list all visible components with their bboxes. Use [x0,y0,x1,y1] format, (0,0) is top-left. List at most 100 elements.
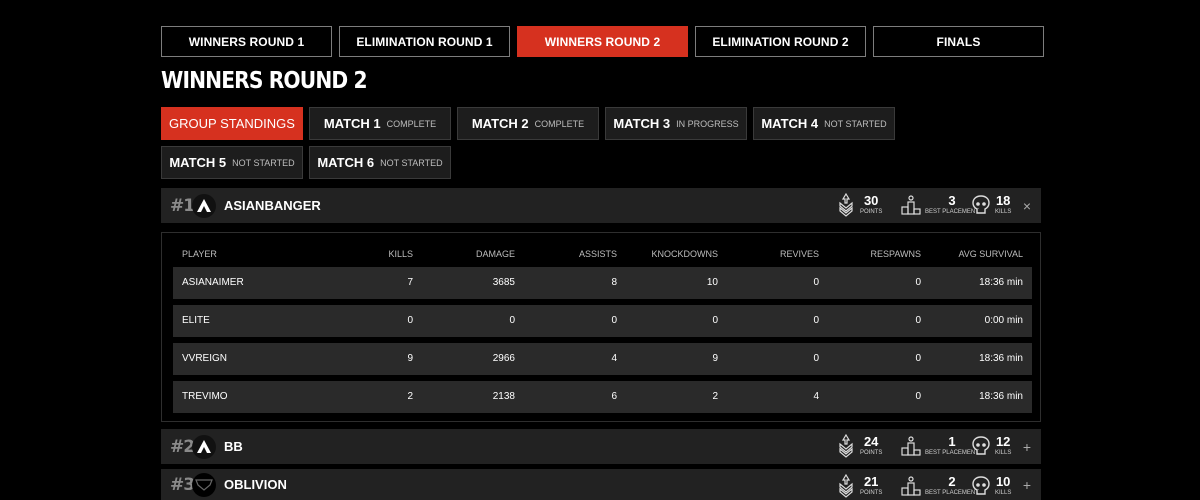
kills-value: 18 [995,193,1011,208]
tab-elimination-round-2[interactable]: ELIMINATION ROUND 2 [695,26,866,57]
player-avg-survival: 18:36 min [979,391,1023,402]
best-placement-value: 2 [948,474,956,489]
player-name: ASIANAIMER [182,277,244,288]
tab-match-3[interactable]: MATCH 3 IN PROGRESS [605,107,747,140]
oblivion-logo-icon [192,472,216,497]
player-row[interactable]: ASIANAIMER 7 3685 8 10 0 0 18:36 min [173,267,1032,299]
tab-label: MATCH 4 [761,116,819,131]
player-row[interactable]: ELITE 0 0 0 0 0 0 0:00 min [173,305,1032,337]
tab-match-1[interactable]: MATCH 1 COMPLETE [309,107,451,140]
team-row[interactable]: #3 OBLIVION 21 POINTS 2 BEST PLACEMENT 10 K… [161,469,1041,500]
player-avg-survival: 0:00 min [984,315,1023,326]
podium-icon [901,195,921,215]
player-knockdowns: 10 [706,277,718,288]
team-name: BB [224,439,243,454]
team-rank: #2 [170,436,195,457]
page-title: WINNERS ROUND 2 [161,68,368,94]
player-revives: 4 [813,391,819,402]
col-player: PLAYER [182,249,217,259]
tab-winners-round-2[interactable]: WINNERS ROUND 2 [517,26,688,57]
expand-icon[interactable]: + [1023,477,1031,493]
player-table-header: PLAYER KILLS DAMAGE ASSISTS KNOCKDOWNS R… [173,249,1032,263]
player-assists: 0 [611,315,617,326]
best-placement-stat: 2 BEST PLACEMENT [901,474,979,498]
col-kills: KILLS [388,249,413,259]
tab-label: MATCH 3 [613,116,671,131]
player-kills: 7 [407,277,413,288]
col-knockdowns: KNOCKDOWNS [651,249,718,259]
player-avg-survival: 18:36 min [979,277,1023,288]
round-tabs: WINNERS ROUND 1 ELIMINATION ROUND 1 WINN… [161,26,1044,57]
best-placement-value: 1 [948,434,956,449]
tab-match-2[interactable]: MATCH 2 COMPLETE [457,107,599,140]
skull-icon [972,476,990,495]
collapse-icon[interactable]: × [1023,198,1031,214]
best-placement-value: 3 [948,193,956,208]
tab-finals[interactable]: FINALS [873,26,1044,57]
points-label: POINTS [860,450,883,456]
player-name: VVREIGN [182,353,228,364]
player-knockdowns: 0 [712,315,718,326]
tab-label: MATCH 1 [323,116,381,131]
player-respawns: 0 [915,391,921,402]
tab-match-4[interactable]: MATCH 4 NOT STARTED [753,107,895,140]
team-name: OBLIVION [224,477,287,492]
skull-icon [972,436,990,455]
team-row[interactable]: #1 ASIANBANGER 30 POINTS 3 BEST PLACEMENT … [161,188,1041,223]
points-icon [839,474,853,498]
best-placement-stat: 3 BEST PLACEMENT [901,193,979,217]
player-revives: 0 [813,277,819,288]
player-stats-panel: PLAYER KILLS DAMAGE ASSISTS KNOCKDOWNS R… [161,232,1041,422]
tab-status: NOT STARTED [232,157,295,168]
kills-stat: 18 KILLS [971,193,1011,217]
tab-status: NOT STARTED [380,157,443,168]
points-label: POINTS [860,490,883,496]
tab-group-standings[interactable]: GROUP STANDINGS [161,107,303,140]
points-icon [839,193,853,217]
points-value: 30 [863,193,879,208]
expand-icon[interactable]: + [1023,439,1031,455]
player-revives: 0 [813,353,819,364]
tab-label: MATCH 6 [317,155,375,170]
player-damage: 2138 [492,391,515,402]
tab-match-5[interactable]: MATCH 5 NOT STARTED [161,146,303,179]
player-damage: 2966 [492,353,515,364]
player-assists: 6 [611,391,617,402]
tab-elimination-round-1[interactable]: ELIMINATION ROUND 1 [339,26,510,57]
apex-logo-icon [192,434,216,459]
skull-icon [972,195,990,214]
player-name: ELITE [182,315,210,326]
tab-status: COMPLETE [386,118,437,129]
best-placement-stat: 1 BEST PLACEMENT [901,434,979,458]
podium-icon [901,436,921,456]
kills-stat: 10 KILLS [971,474,1011,498]
tab-label: MATCH 2 [471,116,529,131]
tab-winners-round-1[interactable]: WINNERS ROUND 1 [161,26,332,57]
player-knockdowns: 2 [712,391,718,402]
points-label: POINTS [860,209,883,215]
team-row[interactable]: #2 BB 24 POINTS 1 BEST PLACEMENT 12 KILLS + [161,429,1041,464]
kills-value: 10 [995,474,1011,489]
kills-label: KILLS [995,450,1012,456]
col-respawns: RESPAWNS [870,249,921,259]
player-row[interactable]: TREVIMO 2 2138 6 2 4 0 18:36 min [173,381,1032,413]
points-stat: 21 POINTS [836,474,882,498]
kills-value: 12 [995,434,1011,449]
points-icon [839,434,853,458]
col-avg-survival: AVG SURVIVAL [958,249,1023,259]
tab-match-6[interactable]: MATCH 6 NOT STARTED [309,146,451,179]
player-revives: 0 [813,315,819,326]
player-row[interactable]: VVREIGN 9 2966 4 9 0 0 18:36 min [173,343,1032,375]
player-respawns: 0 [915,277,921,288]
player-assists: 8 [611,277,617,288]
col-damage: DAMAGE [475,249,515,259]
player-respawns: 0 [915,353,921,364]
player-respawns: 0 [915,315,921,326]
kills-stat: 12 KILLS [971,434,1011,458]
apex-logo-icon [192,193,216,218]
player-assists: 4 [611,353,617,364]
points-value: 21 [863,474,879,489]
player-damage: 0 [509,315,515,326]
tab-status: IN PROGRESS [676,118,739,129]
col-revives: REVIVES [779,249,819,259]
